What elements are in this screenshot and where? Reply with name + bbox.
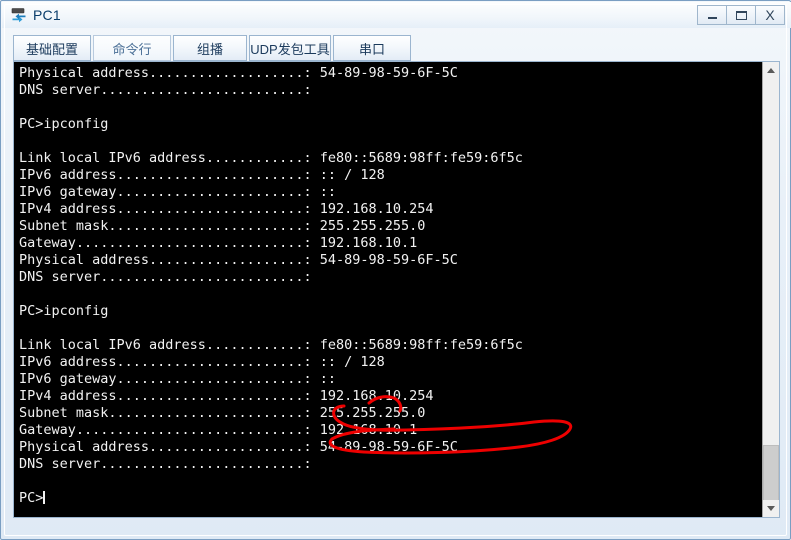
text-cursor — [43, 491, 46, 504]
window-controls: X — [697, 5, 785, 25]
console-line: Subnet mask........................: 255… — [19, 218, 426, 234]
console-line: Gateway............................: 192… — [19, 422, 418, 438]
tab-udp-tool[interactable]: UDP发包工具 — [249, 35, 331, 61]
console-line: PC>ipconfig — [19, 303, 109, 319]
console-line: IPv4 address.......................: 192… — [19, 201, 434, 217]
scroll-down-button[interactable] — [763, 500, 779, 517]
maximize-button[interactable] — [726, 5, 756, 25]
tab-basic-config[interactable]: 基础配置 — [13, 35, 91, 61]
console-line: Link local IPv6 address............: fe8… — [19, 337, 523, 353]
console-line: Physical address...................: 54-… — [19, 252, 458, 268]
console-line: DNS server.........................: — [19, 269, 312, 285]
minimize-icon — [707, 17, 717, 19]
console-line: IPv6 address.......................: :: … — [19, 354, 385, 370]
tab-serial-port-label: 串口 — [358, 41, 385, 57]
close-icon: X — [765, 7, 775, 23]
window-bottom-strip — [2, 518, 791, 538]
close-button[interactable]: X — [755, 5, 785, 25]
scrollbar-track[interactable] — [763, 79, 779, 505]
tab-multicast[interactable]: 组播 — [173, 35, 247, 61]
maximize-icon — [735, 10, 747, 20]
console-line: PC>ipconfig — [19, 116, 109, 132]
tab-udp-tool-label: UDP发包工具 — [250, 41, 330, 57]
console-line: Subnet mask........................: 255… — [19, 405, 426, 421]
console-line: IPv6 gateway.......................: :: — [19, 371, 336, 387]
console-line: Link local IPv6 address............: fe8… — [19, 150, 523, 166]
chevron-up-icon — [767, 68, 775, 73]
console-line: IPv6 address.......................: :: … — [19, 167, 385, 183]
console-prompt-line: PC> — [19, 490, 762, 507]
console-line: DNS server.........................: — [19, 456, 312, 472]
scrollbar-thumb[interactable] — [763, 445, 779, 505]
console-scrollbar[interactable] — [762, 62, 779, 517]
console-panel: Physical address...................: 54-… — [13, 61, 780, 518]
window-title: PC1 — [33, 7, 61, 23]
console-prompt-text: PC> — [19, 490, 44, 506]
tab-basic-config-label: 基础配置 — [25, 41, 78, 57]
console-line: Gateway............................: 192… — [19, 235, 418, 251]
pc-device-icon — [10, 6, 28, 24]
console-line: Physical address...................: 54-… — [19, 65, 458, 81]
pc1-window: PC1 X 基础配置 命令行 组播 UDP发包工具 串口 Physical ad… — [0, 0, 791, 540]
console-line: IPv4 address.......................: 192… — [19, 388, 434, 404]
tab-multicast-label: 组播 — [196, 41, 223, 57]
tab-bar: 基础配置 命令行 组播 UDP发包工具 串口 — [13, 35, 413, 61]
minimize-button[interactable] — [697, 5, 727, 25]
scroll-up-button[interactable] — [763, 62, 779, 79]
console-output[interactable]: Physical address...................: 54-… — [14, 62, 762, 517]
tab-command-line[interactable]: 命令行 — [93, 35, 171, 61]
chevron-down-icon — [767, 506, 775, 511]
console-line: DNS server.........................: — [19, 82, 312, 98]
console-line: IPv6 gateway.......................: :: — [19, 184, 336, 200]
console-line: Physical address...................: 54-… — [19, 439, 458, 455]
tab-command-line-label: 命令行 — [112, 41, 152, 57]
tab-serial-port[interactable]: 串口 — [333, 35, 411, 61]
title-bar[interactable]: PC1 X — [2, 2, 791, 28]
